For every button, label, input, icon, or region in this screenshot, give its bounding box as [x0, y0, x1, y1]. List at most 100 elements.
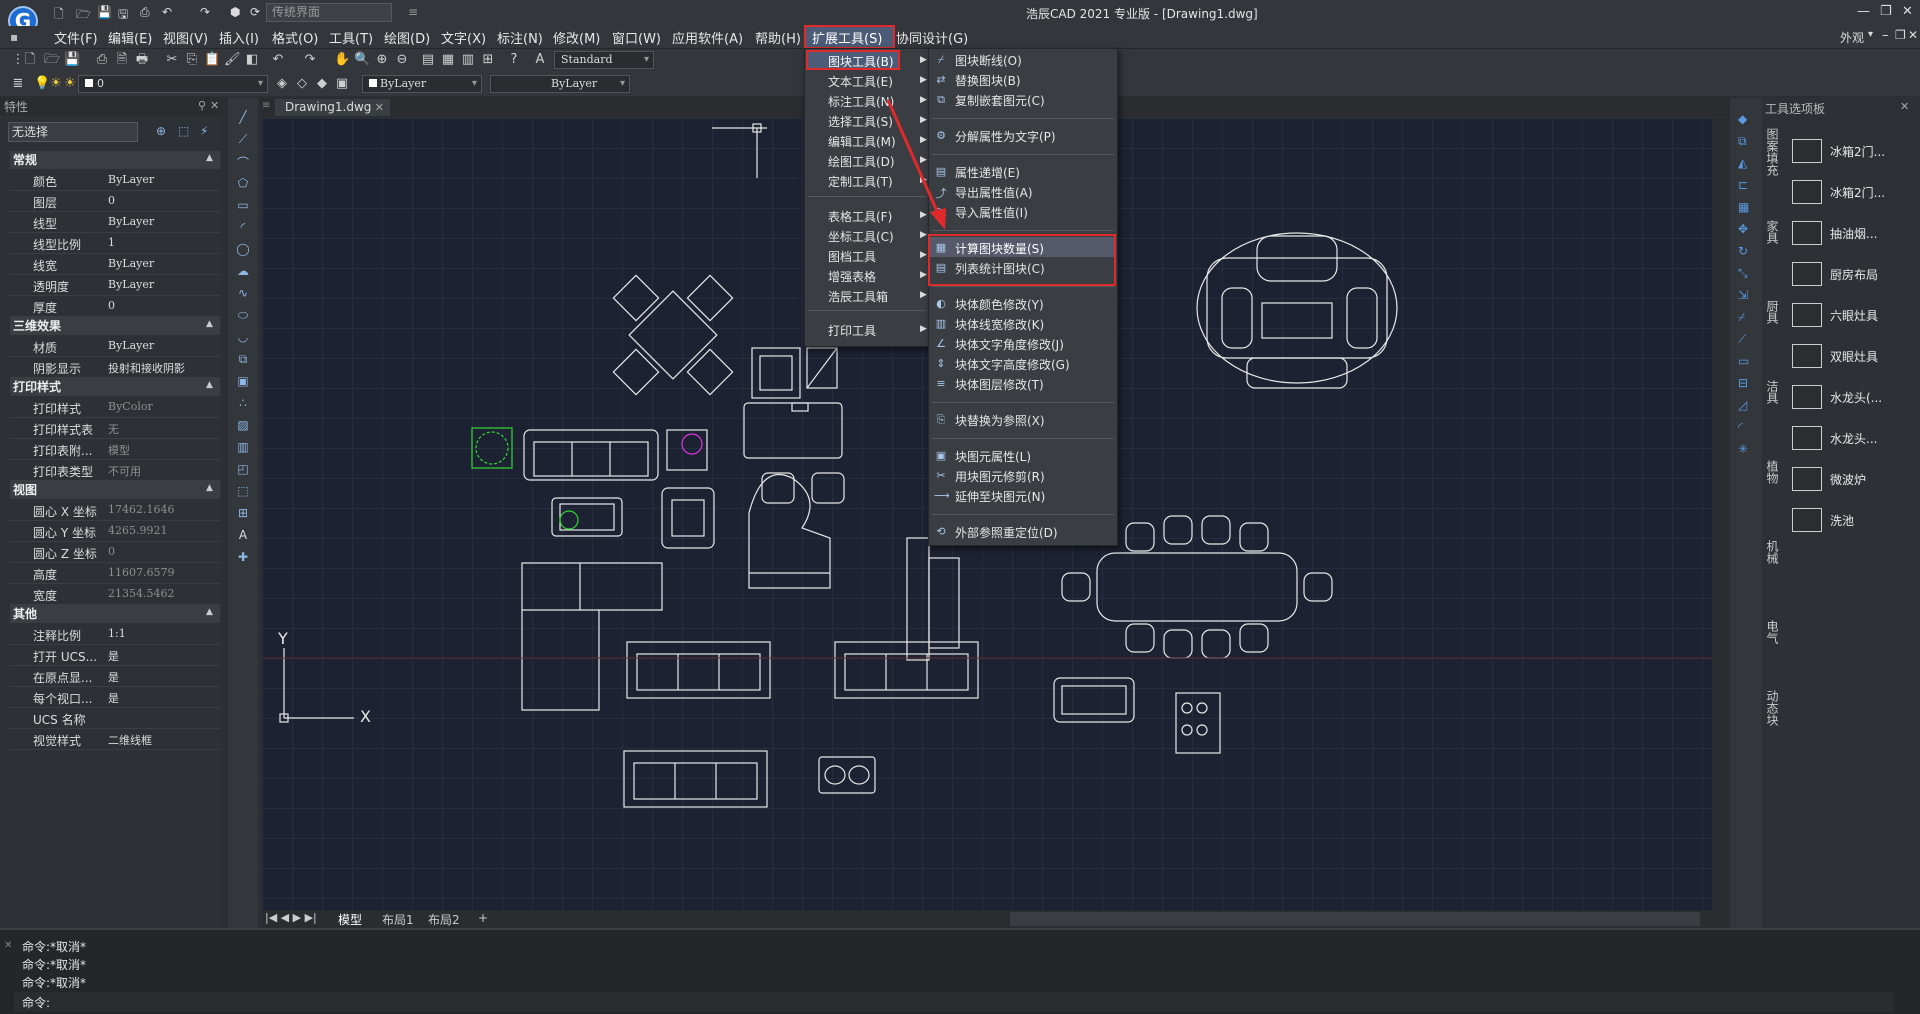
tb-new-icon[interactable]: 🗋 — [22, 52, 38, 68]
palette-close-icon[interactable]: ✕ — [1900, 100, 1909, 113]
tb-open-icon[interactable]: 🗁 — [44, 52, 60, 68]
cmd-input[interactable]: 命令: — [14, 992, 1894, 1012]
tb-zoom-realtime-icon[interactable]: 🔍 — [354, 52, 370, 68]
tab-layout1[interactable]: 布局1 — [382, 911, 414, 928]
mirror-icon[interactable]: ◭ — [1738, 156, 1747, 170]
circle-tool-icon[interactable]: ◯ — [235, 242, 251, 258]
prop-row[interactable]: 圆心 X 坐标 17462.1646 — [10, 500, 220, 521]
rectangle-tool-icon[interactable]: ▭ — [235, 198, 251, 214]
polyline-tool-icon[interactable]: ⌒ — [235, 154, 251, 170]
panel-pin-icon[interactable]: ⚲ — [198, 99, 206, 112]
text-style-select[interactable]: Standard — [554, 51, 654, 69]
palette-tool-item[interactable]: 厨房布局 — [1792, 259, 1912, 289]
insert-block-icon[interactable]: ⧉ — [235, 352, 251, 368]
menu-edit[interactable]: 编辑(E) — [108, 28, 152, 47]
menu-app-icon[interactable]: ▪ — [10, 30, 18, 44]
table-tool-icon[interactable]: ⊞ — [235, 506, 251, 522]
tb-matchprop-icon[interactable]: 🖌 — [224, 52, 241, 68]
collapse-icon[interactable]: ▲ — [206, 153, 213, 163]
prop-row[interactable]: 圆心 Y 坐标 4265.9921 — [10, 521, 220, 542]
prop-row[interactable]: 打印样式表 无 — [10, 418, 220, 439]
palette-tab[interactable]: 机械 — [1763, 540, 1781, 564]
tb-zoom-window-icon[interactable]: ⊕ — [374, 52, 390, 68]
linetype-select[interactable]: ByLayer — [490, 75, 630, 93]
ext-menu-item[interactable]: 浩辰工具箱 — [828, 288, 888, 305]
menu-draw[interactable]: 绘图(D) — [384, 28, 430, 47]
palette-tool-item[interactable]: 微波炉 — [1792, 464, 1912, 494]
move-icon[interactable]: ✥ — [1738, 222, 1748, 236]
menu-insert[interactable]: 插入(I) — [219, 28, 259, 47]
ext-menu-item[interactable]: 表格工具(F) — [828, 208, 892, 225]
ext-menu-item[interactable]: 标注工具(N) — [828, 93, 894, 110]
prop-row[interactable]: 厚度 0 — [10, 296, 220, 317]
color-select[interactable]: ByLayer — [362, 75, 482, 93]
block-menu-item[interactable]: 导入属性值(I) — [955, 204, 1028, 221]
tb-copy-icon[interactable]: ⎘ — [184, 52, 200, 68]
add-selected-icon[interactable]: ✚ — [235, 550, 251, 566]
block-menu-item[interactable]: 图块断线(O) — [955, 52, 1022, 69]
palette-tool-item[interactable]: 水龙头... — [1792, 423, 1912, 453]
collapse-icon[interactable]: ▲ — [206, 483, 213, 493]
revcloud-tool-icon[interactable]: ☁ — [235, 264, 251, 280]
open-folder-icon[interactable]: 🗁 — [76, 5, 91, 26]
point-tool-icon[interactable]: ∴ — [235, 396, 251, 412]
block-menu-item[interactable]: 导出属性值(A) — [955, 184, 1033, 201]
palette-tab[interactable]: 动态块 — [1763, 690, 1781, 726]
save-as-icon[interactable]: 🖫 — [118, 5, 128, 26]
menu-window[interactable]: 窗口(W) — [612, 28, 661, 47]
menu-format[interactable]: 格式(O) — [272, 28, 318, 47]
close-icon[interactable]: ✕ — [1902, 4, 1913, 19]
hatch-tool-icon[interactable]: ▨ — [235, 418, 251, 434]
tb-pan-icon[interactable]: ✋ — [334, 52, 350, 68]
extend-icon[interactable]: ⟋ — [1738, 332, 1746, 347]
palette-tab[interactable]: 洁具 — [1763, 380, 1781, 404]
ext-menu-item[interactable]: 定制工具(T) — [828, 173, 893, 190]
block-menu-item[interactable]: 计算图块数量(S) — [955, 240, 1044, 257]
menu-collab[interactable]: 协同设计(G) — [896, 28, 968, 47]
prop-row[interactable]: 注释比例 1:1 — [10, 624, 220, 645]
tb-preview-icon[interactable]: 🗎 — [114, 52, 130, 68]
ext-menu-item[interactable]: 增强表格 — [828, 268, 876, 285]
arc-tool-icon[interactable]: ◜ — [235, 220, 251, 236]
palette-tool-item[interactable]: 洗池 — [1792, 505, 1912, 535]
tab-model[interactable]: 模型 — [338, 911, 362, 928]
palette-tool-item[interactable]: 冰箱2门... — [1792, 136, 1912, 166]
menu-tools[interactable]: 工具(T) — [329, 28, 373, 47]
offset-icon[interactable]: ⊏ — [1738, 178, 1748, 192]
ext-menu-item[interactable]: 文本工具(E) — [828, 73, 893, 90]
tab-close-icon[interactable]: ✕ — [375, 99, 384, 116]
block-menu-item[interactable]: 分解属性为文字(P) — [955, 128, 1056, 145]
copy-obj-icon[interactable]: ⧉ — [1738, 134, 1747, 149]
prop-section-header[interactable]: 打印样式 — [10, 378, 220, 396]
palette-tab[interactable]: 电气 — [1763, 620, 1781, 644]
prop-row[interactable]: 在原点显... 是 — [10, 666, 220, 687]
spline-tool-icon[interactable]: ∿ — [235, 286, 251, 302]
make-current-layer-icon[interactable]: ◈ — [274, 76, 290, 92]
join-icon[interactable]: ⊟ — [1738, 376, 1748, 390]
block-menu-item[interactable]: 属性递增(E) — [955, 164, 1020, 181]
block-menu-item[interactable]: 块体文字高度修改(G) — [955, 356, 1070, 373]
rotate-icon[interactable]: ↻ — [1738, 244, 1748, 258]
tab-drawing1[interactable]: Drawing1.dwg ✕ — [275, 99, 390, 116]
print-icon[interactable]: ⎙ — [140, 5, 150, 20]
palette-tab[interactable]: 图案填充 — [1763, 128, 1781, 176]
xline-tool-icon[interactable]: ⟋ — [235, 132, 251, 148]
prop-row[interactable]: 打开 UCS... 是 — [10, 645, 220, 666]
palette-tool-item[interactable]: 双眼灶具 — [1792, 341, 1912, 371]
tb-plot-icon[interactable]: ⎙ — [94, 52, 110, 68]
block-menu-item[interactable]: 复制嵌套图元(C) — [955, 92, 1045, 109]
block-menu-item[interactable]: 块体线宽修改(K) — [955, 316, 1044, 333]
polygon-tool-icon[interactable]: ⬠ — [235, 176, 251, 192]
layer-state-icon[interactable]: ▣ — [334, 76, 350, 92]
menu-help[interactable]: 帮助(H) — [755, 28, 801, 47]
fillet-icon[interactable]: ◜ — [1738, 420, 1743, 434]
layer-select[interactable]: 0 — [78, 75, 268, 93]
block-menu-item[interactable]: 块替换为参照(X) — [955, 412, 1045, 429]
layer-iso-icon[interactable]: ◆ — [314, 76, 330, 92]
horizontal-scrollbar[interactable] — [1010, 912, 1700, 926]
cmd-close-icon[interactable]: ✕ — [4, 940, 12, 951]
menu-apps[interactable]: 应用软件(A) — [672, 28, 743, 47]
tb-publish-icon[interactable]: 🖶 — [134, 52, 150, 68]
doc-close-icon[interactable]: ✕ — [1908, 28, 1918, 42]
prop-row[interactable]: 透明度 ByLayer — [10, 275, 220, 296]
